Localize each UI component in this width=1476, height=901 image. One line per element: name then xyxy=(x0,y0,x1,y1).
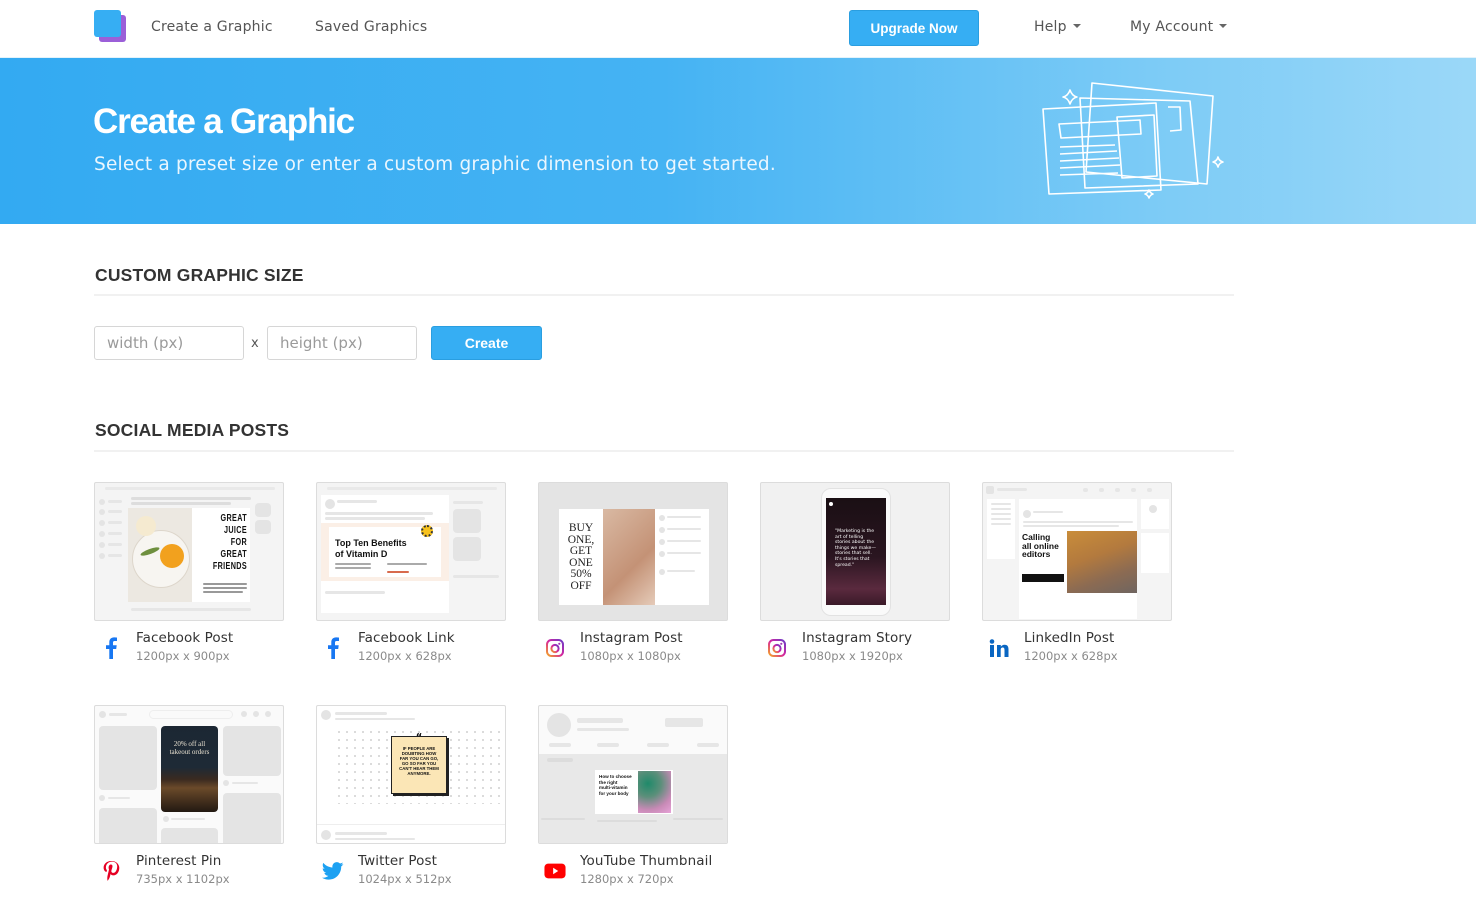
preset-meta: Facebook Link 1200px x 628px xyxy=(316,621,506,671)
custom-size-heading: CUSTOM GRAPHIC SIZE xyxy=(95,265,304,285)
facebook-icon xyxy=(100,637,122,659)
preset-name: Instagram Story xyxy=(802,630,913,646)
instagram-icon xyxy=(544,637,566,659)
preset-name: LinkedIn Post xyxy=(1024,630,1115,646)
thumb-headline: GREAT JUICE FOR GREAT FRIENDS xyxy=(212,513,247,572)
thumb-quote: IF PEOPLE ARE DOUBTING HOW FAR YOU CAN GO,… xyxy=(399,746,439,777)
preset-dimensions: 1024px x 512px xyxy=(358,872,452,886)
preset-meta: YouTube Thumbnail 1280px x 720px xyxy=(538,844,728,894)
help-dropdown[interactable]: Help xyxy=(1034,19,1081,35)
create-button[interactable]: Create xyxy=(431,326,542,360)
thumb-headline: BUY ONE, GET ONE 50% OFF xyxy=(567,522,595,592)
caret-down-icon xyxy=(1072,24,1081,28)
top-navbar: Create a Graphic Saved Graphics Upgrade … xyxy=(0,0,1476,58)
help-label: Help xyxy=(1034,19,1067,35)
instagram-icon xyxy=(766,637,788,659)
preset-thumbnail: Top Ten Benefits of Vitamin D xyxy=(316,482,506,621)
preset-thumbnail: “ IF PEOPLE ARE DOUBTING HOW FAR YOU CAN G… xyxy=(316,705,506,844)
preset-card-youtube-thumbnail[interactable]: How to choose the right multi-vitamin for y… xyxy=(538,705,728,894)
thumb-headline: How to choose the right multi-vitamin for y… xyxy=(599,774,632,796)
preset-meta: Pinterest Pin 735px x 1102px xyxy=(94,844,284,894)
preset-thumbnail: 20% off all takeout orders xyxy=(94,705,284,844)
preset-name: Facebook Link xyxy=(358,630,455,646)
preset-card-facebook-post[interactable]: GREAT JUICE FOR GREAT FRIENDS Facebook Post… xyxy=(94,482,284,671)
sun-graphic xyxy=(421,525,433,537)
preset-card-twitter-post[interactable]: “ IF PEOPLE ARE DOUBTING HOW FAR YOU CAN G… xyxy=(316,705,506,894)
preset-dimensions: 1200px x 628px xyxy=(1024,649,1118,663)
preset-name: Facebook Post xyxy=(136,630,234,646)
thumb-headline: Top Ten Benefits of Vitamin D xyxy=(335,538,407,559)
preset-name: Pinterest Pin xyxy=(136,853,222,869)
preset-dimensions: 735px x 1102px xyxy=(136,872,230,886)
height-input[interactable] xyxy=(267,326,417,360)
page-title: Create a Graphic xyxy=(93,102,355,141)
preset-card-linkedin-post[interactable]: Calling all online editors LinkedIn Post 1… xyxy=(982,482,1172,671)
section-divider xyxy=(94,294,1234,296)
width-input[interactable] xyxy=(94,326,244,360)
page-subtitle: Select a preset size or enter a custom g… xyxy=(94,154,776,175)
linkedin-icon xyxy=(988,637,1010,659)
preset-card-instagram-story[interactable]: "Marketing is the art of telling stories… xyxy=(760,482,950,671)
preset-meta: Facebook Post 1200px x 900px xyxy=(94,621,284,671)
preset-meta: Instagram Story 1080px x 1920px xyxy=(760,621,950,671)
preset-meta: Instagram Post 1080px x 1080px xyxy=(538,621,728,671)
thumb-headline: 20% off all takeout orders xyxy=(169,740,210,756)
preset-dimensions: 1200px x 628px xyxy=(358,649,452,663)
social-media-heading: SOCIAL MEDIA POSTS xyxy=(95,420,290,440)
my-account-label: My Account xyxy=(1130,19,1214,35)
thumb-photo xyxy=(128,508,192,602)
preset-thumbnail: BUY ONE, GET ONE 50% OFF xyxy=(538,482,728,621)
app-logo[interactable] xyxy=(94,10,126,42)
preset-name: YouTube Thumbnail xyxy=(580,853,713,869)
section-divider xyxy=(94,450,1234,452)
my-account-dropdown[interactable]: My Account xyxy=(1130,19,1228,35)
thumb-photo xyxy=(1067,531,1137,593)
thumb-headline: Calling all online editors xyxy=(1022,532,1059,559)
thumb-photo xyxy=(161,726,218,812)
hero-banner: Create a Graphic Select a preset size or… xyxy=(0,58,1476,224)
graphics-illustration-icon xyxy=(1042,82,1224,199)
preset-thumbnail: How to choose the right multi-vitamin for y… xyxy=(538,705,728,844)
preset-thumbnail: GREAT JUICE FOR GREAT FRIENDS xyxy=(94,482,284,621)
nav-create-graphic[interactable]: Create a Graphic xyxy=(151,19,273,35)
pinterest-icon xyxy=(100,860,122,882)
preset-card-instagram-post[interactable]: BUY ONE, GET ONE 50% OFF Instagram Post 1080p… xyxy=(538,482,728,671)
preset-dimensions: 1280px x 720px xyxy=(580,872,674,886)
preset-dimensions: 1080px x 1080px xyxy=(580,649,681,663)
thumb-photo xyxy=(603,509,655,605)
preset-dimensions: 1080px x 1920px xyxy=(802,649,903,663)
caret-down-icon xyxy=(1219,24,1228,28)
preset-name: Twitter Post xyxy=(358,853,437,869)
thumb-photo xyxy=(638,771,671,813)
logo-front-square xyxy=(94,10,121,37)
preset-meta: Twitter Post 1024px x 512px xyxy=(316,844,506,894)
preset-card-pinterest-pin[interactable]: 20% off all takeout orders Pinterest Pin … xyxy=(94,705,284,894)
preset-dimensions: 1200px x 900px xyxy=(136,649,230,663)
facebook-icon xyxy=(322,637,344,659)
thumb-quote: "Marketing is the art of telling stories… xyxy=(835,529,876,568)
preset-meta: LinkedIn Post 1200px x 628px xyxy=(982,621,1172,671)
upgrade-now-button[interactable]: Upgrade Now xyxy=(849,10,979,46)
nav-saved-graphics[interactable]: Saved Graphics xyxy=(315,19,427,35)
preset-thumbnail: Calling all online editors xyxy=(982,482,1172,621)
twitter-icon xyxy=(322,860,344,882)
preset-name: Instagram Post xyxy=(580,630,683,646)
dimension-separator: x xyxy=(251,336,259,351)
youtube-icon xyxy=(544,860,566,882)
preset-card-facebook-link[interactable]: Top Ten Benefits of Vitamin D Facebook Li… xyxy=(316,482,506,671)
preset-thumbnail: "Marketing is the art of telling stories… xyxy=(760,482,950,621)
